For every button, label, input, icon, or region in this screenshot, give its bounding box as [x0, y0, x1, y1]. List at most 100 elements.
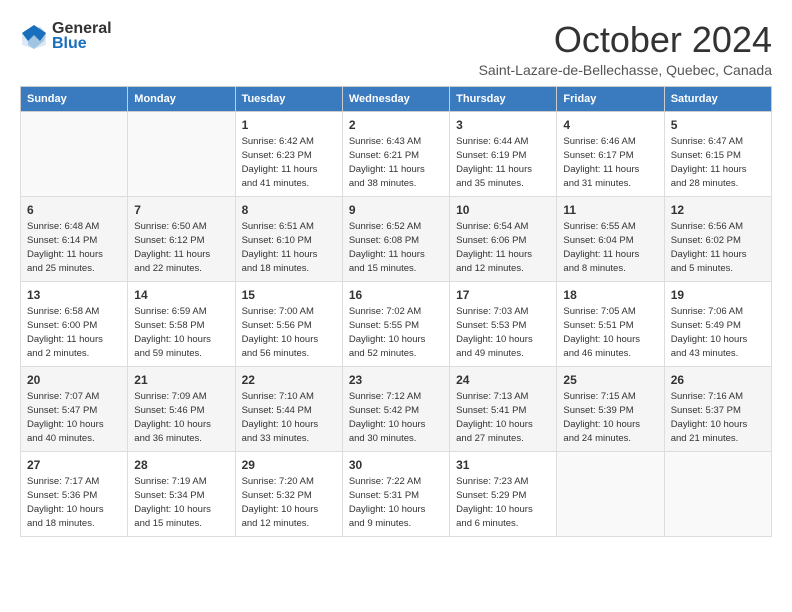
calendar-cell: 19Sunrise: 7:06 AMSunset: 5:49 PMDayligh…	[664, 281, 771, 366]
calendar-cell: 7Sunrise: 6:50 AMSunset: 6:12 PMDaylight…	[128, 196, 235, 281]
day-number: 14	[134, 287, 228, 304]
calendar-cell: 18Sunrise: 7:05 AMSunset: 5:51 PMDayligh…	[557, 281, 664, 366]
calendar-cell: 17Sunrise: 7:03 AMSunset: 5:53 PMDayligh…	[450, 281, 557, 366]
weekday-header: Friday	[557, 86, 664, 111]
calendar-week-row: 13Sunrise: 6:58 AMSunset: 6:00 PMDayligh…	[21, 281, 772, 366]
day-number: 15	[242, 287, 336, 304]
calendar-cell: 2Sunrise: 6:43 AMSunset: 6:21 PMDaylight…	[342, 111, 449, 196]
calendar-table: SundayMondayTuesdayWednesdayThursdayFrid…	[20, 86, 772, 537]
day-info: Sunrise: 6:55 AMSunset: 6:04 PMDaylight:…	[563, 220, 657, 275]
calendar-week-row: 1Sunrise: 6:42 AMSunset: 6:23 PMDaylight…	[21, 111, 772, 196]
day-number: 29	[242, 457, 336, 474]
weekday-header: Sunday	[21, 86, 128, 111]
day-info: Sunrise: 7:20 AMSunset: 5:32 PMDaylight:…	[242, 475, 336, 530]
day-info: Sunrise: 6:54 AMSunset: 6:06 PMDaylight:…	[456, 220, 550, 275]
day-info: Sunrise: 7:19 AMSunset: 5:34 PMDaylight:…	[134, 475, 228, 530]
day-info: Sunrise: 6:48 AMSunset: 6:14 PMDaylight:…	[27, 220, 121, 275]
calendar-cell: 23Sunrise: 7:12 AMSunset: 5:42 PMDayligh…	[342, 366, 449, 451]
calendar-cell: 20Sunrise: 7:07 AMSunset: 5:47 PMDayligh…	[21, 366, 128, 451]
calendar-cell	[664, 451, 771, 536]
day-number: 30	[349, 457, 443, 474]
calendar-cell: 10Sunrise: 6:54 AMSunset: 6:06 PMDayligh…	[450, 196, 557, 281]
day-number: 20	[27, 372, 121, 389]
calendar-cell: 30Sunrise: 7:22 AMSunset: 5:31 PMDayligh…	[342, 451, 449, 536]
day-info: Sunrise: 7:10 AMSunset: 5:44 PMDaylight:…	[242, 390, 336, 445]
calendar-week-row: 27Sunrise: 7:17 AMSunset: 5:36 PMDayligh…	[21, 451, 772, 536]
day-info: Sunrise: 6:46 AMSunset: 6:17 PMDaylight:…	[563, 135, 657, 190]
day-number: 12	[671, 202, 765, 219]
calendar-cell: 26Sunrise: 7:16 AMSunset: 5:37 PMDayligh…	[664, 366, 771, 451]
logo-text: General Blue	[52, 20, 112, 53]
day-number: 18	[563, 287, 657, 304]
day-info: Sunrise: 7:12 AMSunset: 5:42 PMDaylight:…	[349, 390, 443, 445]
day-info: Sunrise: 7:17 AMSunset: 5:36 PMDaylight:…	[27, 475, 121, 530]
day-number: 31	[456, 457, 550, 474]
calendar-cell: 8Sunrise: 6:51 AMSunset: 6:10 PMDaylight…	[235, 196, 342, 281]
day-number: 28	[134, 457, 228, 474]
calendar-cell: 6Sunrise: 6:48 AMSunset: 6:14 PMDaylight…	[21, 196, 128, 281]
calendar-cell: 31Sunrise: 7:23 AMSunset: 5:29 PMDayligh…	[450, 451, 557, 536]
weekday-header: Saturday	[664, 86, 771, 111]
day-number: 7	[134, 202, 228, 219]
day-number: 8	[242, 202, 336, 219]
day-info: Sunrise: 7:23 AMSunset: 5:29 PMDaylight:…	[456, 475, 550, 530]
calendar-cell	[21, 111, 128, 196]
day-number: 2	[349, 117, 443, 134]
calendar-cell: 25Sunrise: 7:15 AMSunset: 5:39 PMDayligh…	[557, 366, 664, 451]
calendar-cell: 14Sunrise: 6:59 AMSunset: 5:58 PMDayligh…	[128, 281, 235, 366]
day-info: Sunrise: 7:15 AMSunset: 5:39 PMDaylight:…	[563, 390, 657, 445]
day-info: Sunrise: 6:58 AMSunset: 6:00 PMDaylight:…	[27, 305, 121, 360]
weekday-header: Monday	[128, 86, 235, 111]
calendar-cell: 22Sunrise: 7:10 AMSunset: 5:44 PMDayligh…	[235, 366, 342, 451]
calendar-cell: 4Sunrise: 6:46 AMSunset: 6:17 PMDaylight…	[557, 111, 664, 196]
weekday-header: Thursday	[450, 86, 557, 111]
calendar-cell: 9Sunrise: 6:52 AMSunset: 6:08 PMDaylight…	[342, 196, 449, 281]
calendar-body: 1Sunrise: 6:42 AMSunset: 6:23 PMDaylight…	[21, 111, 772, 536]
day-number: 13	[27, 287, 121, 304]
calendar-cell: 21Sunrise: 7:09 AMSunset: 5:46 PMDayligh…	[128, 366, 235, 451]
day-info: Sunrise: 7:00 AMSunset: 5:56 PMDaylight:…	[242, 305, 336, 360]
calendar-cell: 5Sunrise: 6:47 AMSunset: 6:15 PMDaylight…	[664, 111, 771, 196]
day-number: 24	[456, 372, 550, 389]
location-title: Saint-Lazare-de-Bellechasse, Quebec, Can…	[479, 62, 772, 78]
day-info: Sunrise: 6:42 AMSunset: 6:23 PMDaylight:…	[242, 135, 336, 190]
day-info: Sunrise: 6:50 AMSunset: 6:12 PMDaylight:…	[134, 220, 228, 275]
day-number: 9	[349, 202, 443, 219]
day-info: Sunrise: 6:59 AMSunset: 5:58 PMDaylight:…	[134, 305, 228, 360]
day-info: Sunrise: 6:43 AMSunset: 6:21 PMDaylight:…	[349, 135, 443, 190]
day-number: 22	[242, 372, 336, 389]
calendar-week-row: 20Sunrise: 7:07 AMSunset: 5:47 PMDayligh…	[21, 366, 772, 451]
calendar-cell: 28Sunrise: 7:19 AMSunset: 5:34 PMDayligh…	[128, 451, 235, 536]
day-number: 6	[27, 202, 121, 219]
title-area: October 2024 Saint-Lazare-de-Bellechasse…	[479, 20, 772, 78]
logo-icon	[20, 23, 48, 51]
calendar-cell: 16Sunrise: 7:02 AMSunset: 5:55 PMDayligh…	[342, 281, 449, 366]
day-info: Sunrise: 7:22 AMSunset: 5:31 PMDaylight:…	[349, 475, 443, 530]
calendar-header: SundayMondayTuesdayWednesdayThursdayFrid…	[21, 86, 772, 111]
day-number: 3	[456, 117, 550, 134]
day-info: Sunrise: 6:51 AMSunset: 6:10 PMDaylight:…	[242, 220, 336, 275]
day-number: 16	[349, 287, 443, 304]
day-number: 23	[349, 372, 443, 389]
day-info: Sunrise: 7:07 AMSunset: 5:47 PMDaylight:…	[27, 390, 121, 445]
calendar-week-row: 6Sunrise: 6:48 AMSunset: 6:14 PMDaylight…	[21, 196, 772, 281]
calendar-cell: 1Sunrise: 6:42 AMSunset: 6:23 PMDaylight…	[235, 111, 342, 196]
calendar-cell: 3Sunrise: 6:44 AMSunset: 6:19 PMDaylight…	[450, 111, 557, 196]
day-number: 11	[563, 202, 657, 219]
day-number: 10	[456, 202, 550, 219]
day-number: 1	[242, 117, 336, 134]
calendar-cell: 29Sunrise: 7:20 AMSunset: 5:32 PMDayligh…	[235, 451, 342, 536]
calendar-cell	[128, 111, 235, 196]
weekday-header: Wednesday	[342, 86, 449, 111]
day-number: 26	[671, 372, 765, 389]
month-title: October 2024	[479, 20, 772, 60]
calendar-cell: 24Sunrise: 7:13 AMSunset: 5:41 PMDayligh…	[450, 366, 557, 451]
day-number: 4	[563, 117, 657, 134]
calendar-cell: 12Sunrise: 6:56 AMSunset: 6:02 PMDayligh…	[664, 196, 771, 281]
weekday-header-row: SundayMondayTuesdayWednesdayThursdayFrid…	[21, 86, 772, 111]
day-info: Sunrise: 7:13 AMSunset: 5:41 PMDaylight:…	[456, 390, 550, 445]
day-number: 21	[134, 372, 228, 389]
calendar-cell: 15Sunrise: 7:00 AMSunset: 5:56 PMDayligh…	[235, 281, 342, 366]
day-info: Sunrise: 7:03 AMSunset: 5:53 PMDaylight:…	[456, 305, 550, 360]
day-info: Sunrise: 7:09 AMSunset: 5:46 PMDaylight:…	[134, 390, 228, 445]
